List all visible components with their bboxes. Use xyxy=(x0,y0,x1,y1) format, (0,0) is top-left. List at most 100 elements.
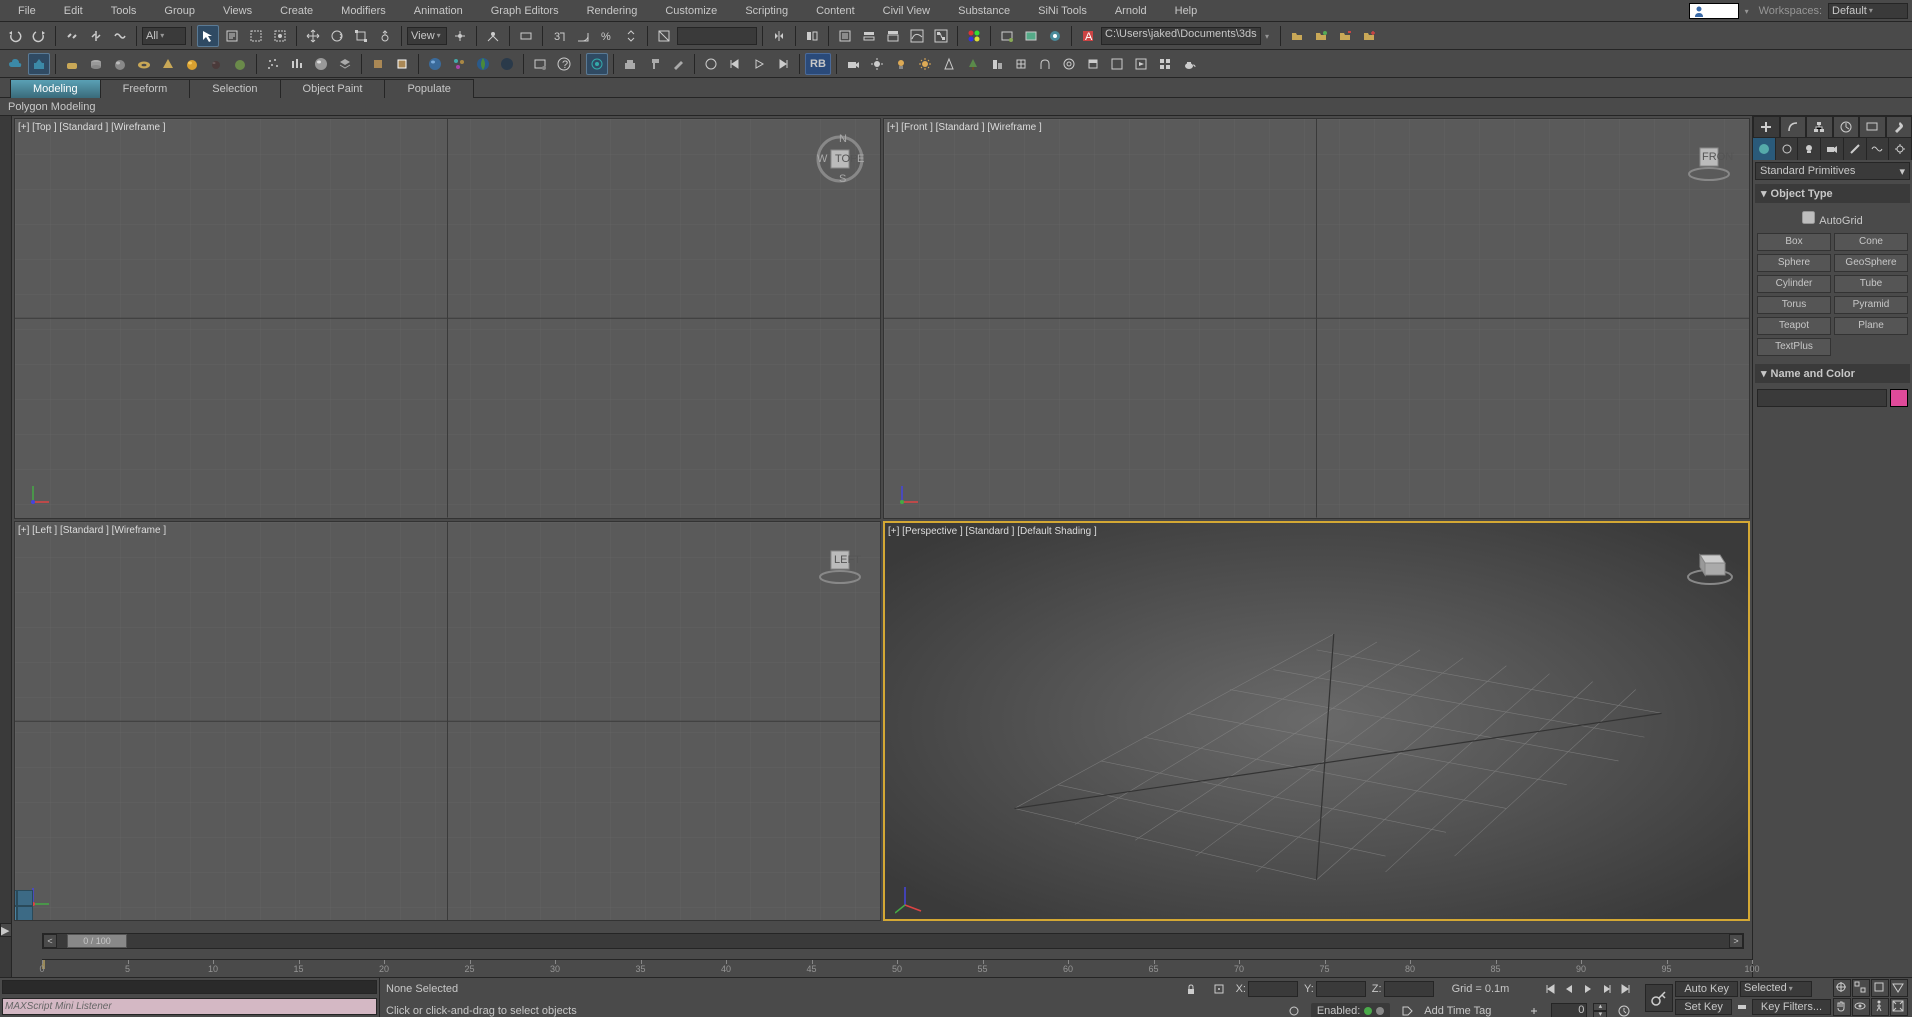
workspace-dropdown[interactable]: Default xyxy=(1828,3,1908,19)
set-key-big-button[interactable] xyxy=(1645,984,1673,1012)
isolate-button[interactable] xyxy=(1283,1000,1305,1017)
particles-button[interactable] xyxy=(448,53,470,75)
frame-spin-up[interactable]: ▴ xyxy=(1593,1003,1607,1011)
circle-tool-button[interactable] xyxy=(700,53,722,75)
named-selection-set-input[interactable] xyxy=(677,27,757,45)
menu-scripting[interactable]: Scripting xyxy=(731,1,802,21)
time-slider-next[interactable]: > xyxy=(1729,934,1743,948)
menu-create[interactable]: Create xyxy=(266,1,327,21)
x-input[interactable] xyxy=(1248,981,1298,997)
y-input[interactable] xyxy=(1316,981,1366,997)
frame-spin-down[interactable]: ▾ xyxy=(1593,1011,1607,1017)
panel-button[interactable] xyxy=(1082,53,1104,75)
time-slider-thumb[interactable]: 0 / 100 xyxy=(67,934,127,948)
open-autodesk-app-store-button[interactable]: A xyxy=(1077,25,1099,47)
sign-in-dropdown[interactable] xyxy=(1739,5,1753,17)
pen-button[interactable] xyxy=(667,53,689,75)
bind-space-warp-button[interactable] xyxy=(109,25,131,47)
maxscript-output[interactable] xyxy=(2,980,377,994)
camera-button[interactable] xyxy=(842,53,864,75)
selection-lock-button[interactable] xyxy=(1180,978,1202,1000)
pointcloud-button[interactable] xyxy=(262,53,284,75)
render-production-button[interactable] xyxy=(1044,25,1066,47)
play-button[interactable] xyxy=(1579,980,1597,998)
snap-toggle-3-button[interactable]: 3 xyxy=(548,25,570,47)
time-ruler[interactable]: 0510152025303540455055606570758085909510… xyxy=(42,959,1752,977)
ribbon-tab-selection[interactable]: Selection xyxy=(189,79,280,98)
menu-content[interactable]: Content xyxy=(802,1,869,21)
object-name-input[interactable] xyxy=(1757,389,1887,407)
strip-expand-button[interactable]: ▶ xyxy=(0,923,12,937)
ribbon-tab-populate[interactable]: Populate xyxy=(384,79,473,98)
viewport-left[interactable]: [+] [Left ] [Standard ] [Wireframe ] LEF… xyxy=(14,521,881,922)
create-geosphere-button[interactable]: GeoSphere xyxy=(1834,254,1908,272)
select-region-button[interactable] xyxy=(245,25,267,47)
auto-key-button[interactable]: Auto Key xyxy=(1675,981,1738,997)
menu-civil-view[interactable]: Civil View xyxy=(869,1,944,21)
help-button[interactable]: ? xyxy=(553,53,575,75)
dark-sphere-button[interactable] xyxy=(496,53,518,75)
next-frame-button[interactable] xyxy=(1598,980,1616,998)
curve-editor-button[interactable] xyxy=(906,25,928,47)
create-box-button[interactable]: Box xyxy=(1757,233,1831,251)
viewport-layout-control[interactable] xyxy=(14,890,33,921)
select-object-button[interactable] xyxy=(197,25,219,47)
settings-button[interactable] xyxy=(529,53,551,75)
select-move-button[interactable] xyxy=(302,25,324,47)
hammer-button[interactable] xyxy=(643,53,665,75)
create-geometry-tab[interactable] xyxy=(1753,138,1776,160)
stack-1-button[interactable] xyxy=(367,53,389,75)
shape-box-button[interactable] xyxy=(61,53,83,75)
sun-button[interactable] xyxy=(914,53,936,75)
z-input[interactable] xyxy=(1384,981,1434,997)
select-by-name-button[interactable] xyxy=(221,25,243,47)
play-rect-button[interactable] xyxy=(1130,53,1152,75)
rollout-object-type-header[interactable]: ▾Object Type xyxy=(1755,184,1910,203)
ribbon-tab-modeling[interactable]: Modeling xyxy=(10,79,101,98)
nav-zoom-all-button[interactable] xyxy=(1852,979,1870,997)
nav-pan-button[interactable] xyxy=(1833,979,1851,997)
viewport-top[interactable]: [+] [Top ] [Standard ] [Wireframe ] TOPN… xyxy=(14,118,881,519)
project-path-dropdown[interactable] xyxy=(1263,30,1275,42)
spinner-snap-button[interactable] xyxy=(620,25,642,47)
menu-sini-tools[interactable]: SiNi Tools xyxy=(1024,1,1101,21)
viewcube-persp[interactable] xyxy=(1683,538,1733,588)
bulb-button[interactable] xyxy=(890,53,912,75)
sphere-render-button[interactable] xyxy=(310,53,332,75)
shape-torus-button[interactable] xyxy=(133,53,155,75)
arch-button[interactable] xyxy=(1034,53,1056,75)
create-tube-button[interactable]: Tube xyxy=(1834,275,1908,293)
current-frame-input[interactable]: 0 xyxy=(1551,1003,1587,1017)
viewport-left-label[interactable]: [+] [Left ] [Standard ] [Wireframe ] xyxy=(18,525,166,536)
menu-graph-editors[interactable]: Graph Editors xyxy=(477,1,573,21)
project-path-display[interactable]: C:\Users\jaked\Documents\3ds Max 2022 xyxy=(1101,27,1261,45)
cloth-button[interactable] xyxy=(619,53,641,75)
redo-button[interactable] xyxy=(28,25,50,47)
shape-cylinder-button[interactable] xyxy=(85,53,107,75)
create-category-dropdown[interactable]: Standard Primitives▾ xyxy=(1755,162,1910,180)
schematic-view-button[interactable] xyxy=(930,25,952,47)
arnold-toggle-button[interactable] xyxy=(586,53,608,75)
create-torus-button[interactable]: Torus xyxy=(1757,296,1831,314)
building-button[interactable] xyxy=(986,53,1008,75)
toggle-layer-explorer-button[interactable] xyxy=(858,25,880,47)
menu-customize[interactable]: Customize xyxy=(651,1,731,21)
create-cylinder-button[interactable]: Cylinder xyxy=(1757,275,1831,293)
sini-active-button[interactable] xyxy=(28,53,50,75)
sini-cloud-button[interactable] xyxy=(4,53,26,75)
cmd-tab-motion[interactable] xyxy=(1833,116,1860,138)
create-textplus-button[interactable]: TextPlus xyxy=(1757,338,1831,356)
time-config-button[interactable] xyxy=(1613,1000,1635,1017)
create-pyramid-button[interactable]: Pyramid xyxy=(1834,296,1908,314)
menu-animation[interactable]: Animation xyxy=(400,1,477,21)
create-helpers-tab[interactable] xyxy=(1844,138,1867,160)
select-scale-button[interactable] xyxy=(350,25,372,47)
enabled-indicator[interactable]: Enabled: xyxy=(1311,1003,1390,1017)
maxscript-input[interactable]: MAXScript Mini Listener xyxy=(2,998,377,1015)
light-button[interactable] xyxy=(866,53,888,75)
create-plane-button[interactable]: Plane xyxy=(1834,317,1908,335)
rollout-name-color-header[interactable]: ▾Name and Color xyxy=(1755,364,1910,383)
angle-snap-button[interactable] xyxy=(572,25,594,47)
cmd-tab-display[interactable] xyxy=(1859,116,1886,138)
nav-zoom-extents-button[interactable] xyxy=(1871,979,1889,997)
